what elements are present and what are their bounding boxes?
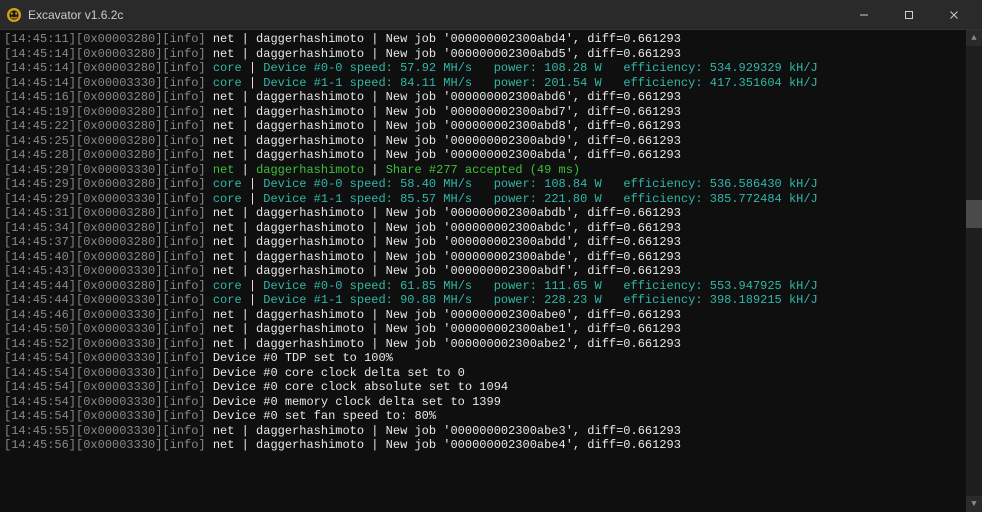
log-line: [14:45:37][0x00003280][info] net | dagge… [4,235,962,250]
log-line: [14:45:25][0x00003280][info] net | dagge… [4,134,962,149]
log-line: [14:45:29][0x00003330][info] net | dagge… [4,163,962,178]
log-line: [14:45:31][0x00003280][info] net | dagge… [4,206,962,221]
log-line: [14:45:44][0x00003280][info] core | Devi… [4,279,962,294]
log-line: [14:45:44][0x00003330][info] core | Devi… [4,293,962,308]
log-line: [14:45:11][0x00003280][info] net | dagge… [4,32,962,47]
scroll-down-arrow[interactable]: ▼ [966,496,982,512]
scroll-thumb[interactable] [966,200,982,228]
log-line: [14:45:54][0x00003330][info] Device #0 m… [4,395,962,410]
window-title: Excavator v1.6.2c [28,8,841,22]
log-line: [14:45:28][0x00003280][info] net | dagge… [4,148,962,163]
log-line: [14:45:54][0x00003330][info] Device #0 c… [4,380,962,395]
close-button[interactable] [931,0,976,30]
scrollbar[interactable]: ▲ ▼ [966,30,982,512]
log-line: [14:45:16][0x00003280][info] net | dagge… [4,90,962,105]
log-line: [14:45:19][0x00003280][info] net | dagge… [4,105,962,120]
log-line: [14:45:29][0x00003330][info] core | Devi… [4,192,962,207]
log-line: [14:45:14][0x00003330][info] core | Devi… [4,76,962,91]
log-line: [14:45:22][0x00003280][info] net | dagge… [4,119,962,134]
app-icon [6,7,22,23]
window-titlebar: Excavator v1.6.2c [0,0,982,30]
log-line: [14:45:34][0x00003280][info] net | dagge… [4,221,962,236]
console-output: [14:45:11][0x00003280][info] net | dagge… [0,30,966,512]
maximize-button[interactable] [886,0,931,30]
minimize-button[interactable] [841,0,886,30]
log-line: [14:45:52][0x00003330][info] net | dagge… [4,337,962,352]
log-line: [14:45:50][0x00003330][info] net | dagge… [4,322,962,337]
window-controls [841,0,976,30]
log-line: [14:45:46][0x00003330][info] net | dagge… [4,308,962,323]
log-line: [14:45:55][0x00003330][info] net | dagge… [4,424,962,439]
console-area: [14:45:11][0x00003280][info] net | dagge… [0,30,982,512]
log-line: [14:45:54][0x00003330][info] Device #0 T… [4,351,962,366]
log-line: [14:45:14][0x00003280][info] core | Devi… [4,61,962,76]
log-line: [14:45:40][0x00003280][info] net | dagge… [4,250,962,265]
log-line: [14:45:14][0x00003280][info] net | dagge… [4,47,962,62]
log-line: [14:45:56][0x00003330][info] net | dagge… [4,438,962,453]
log-line: [14:45:43][0x00003330][info] net | dagge… [4,264,962,279]
log-line: [14:45:54][0x00003330][info] Device #0 s… [4,409,962,424]
log-line: [14:45:54][0x00003330][info] Device #0 c… [4,366,962,381]
log-line: [14:45:29][0x00003280][info] core | Devi… [4,177,962,192]
scroll-up-arrow[interactable]: ▲ [966,30,982,46]
